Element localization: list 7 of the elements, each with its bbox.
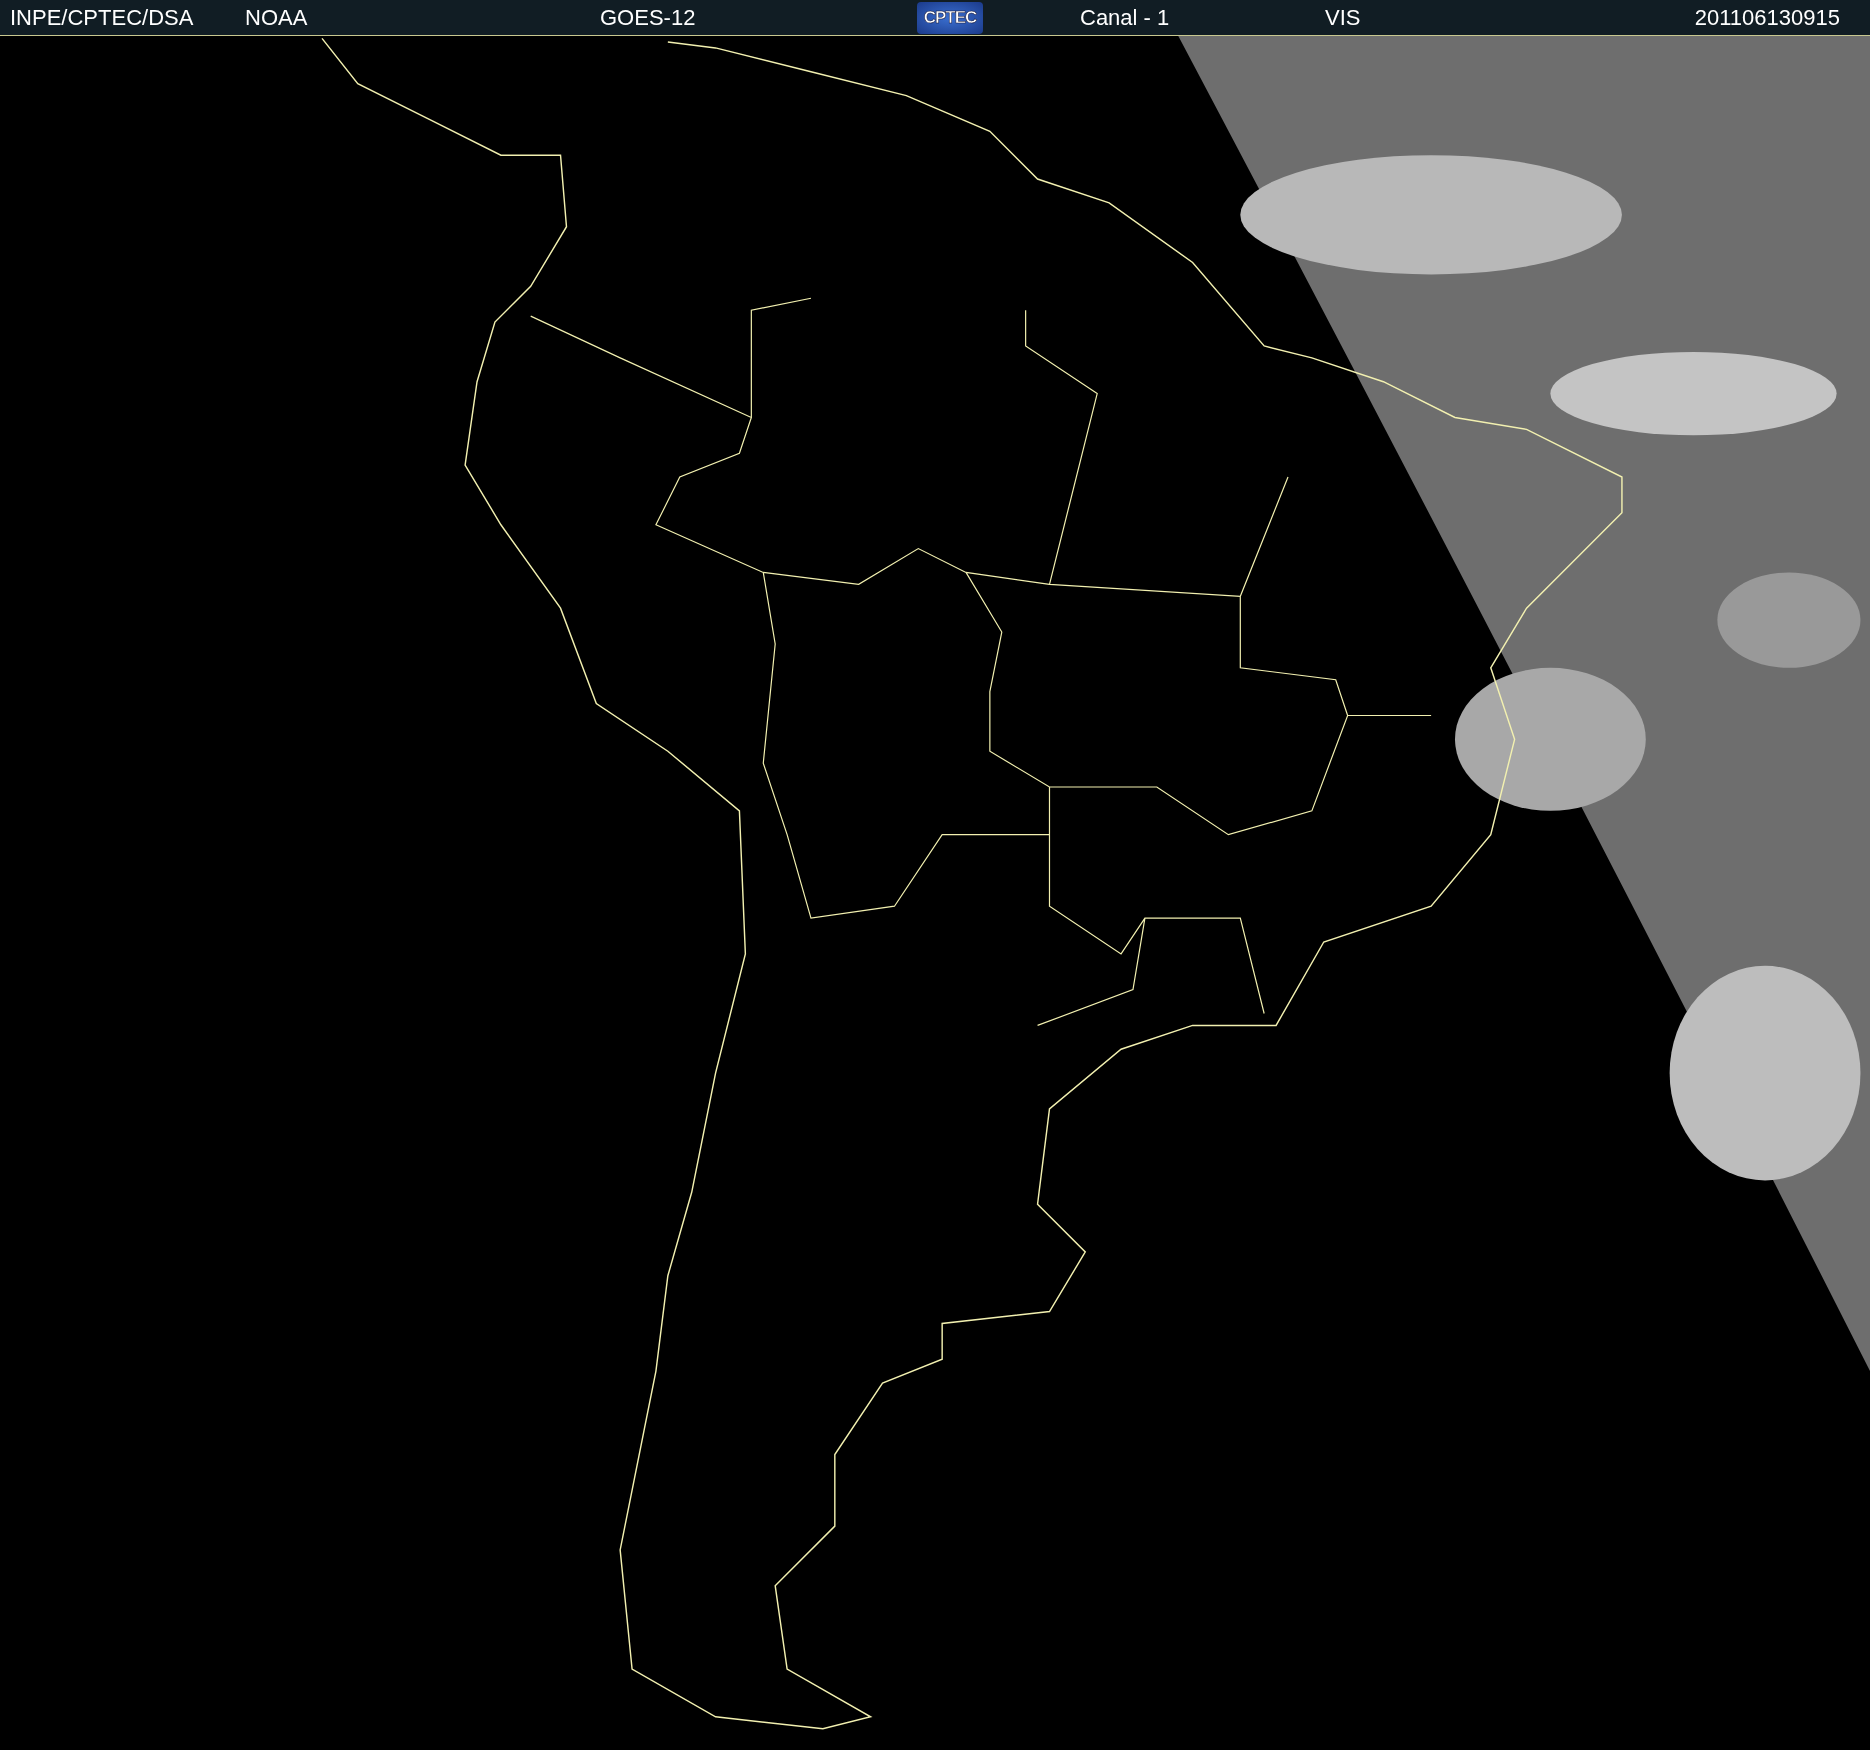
satellite-label: GOES-12 xyxy=(600,4,697,31)
cptec-logo: CPTEC xyxy=(917,1,983,34)
source-label: INPE/CPTEC/DSA xyxy=(10,4,195,31)
channel-label: Canal - 1 xyxy=(1080,4,1171,31)
agency-label: NOAA xyxy=(245,4,309,31)
timestamp-label: 201106130915 xyxy=(1694,4,1840,31)
band-label: VIS xyxy=(1325,4,1362,31)
